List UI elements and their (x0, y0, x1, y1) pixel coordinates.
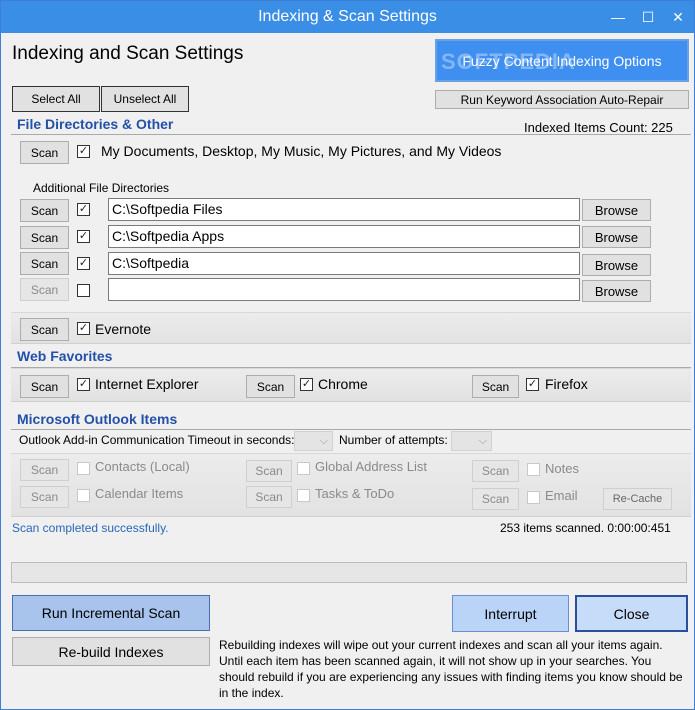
global-address-label: Global Address List (315, 459, 428, 474)
dir-2-checkbox[interactable]: ✓ (77, 230, 90, 243)
browse-button-dir-3[interactable]: Browse (582, 254, 651, 276)
calendar-checkbox[interactable] (77, 489, 90, 502)
scan-button-contacts[interactable]: Scan (20, 459, 69, 481)
evernote-label: Evernote (95, 321, 152, 337)
firefox-label: Firefox (545, 376, 588, 392)
scan-button-main[interactable]: Scan (20, 141, 69, 164)
status-message: Scan completed successfully. (12, 521, 169, 535)
scan-button-firefox[interactable]: Scan (472, 375, 519, 398)
firefox-checkbox[interactable]: ✓ (526, 378, 539, 391)
main-folders-label: My Documents, Desktop, My Music, My Pict… (101, 143, 502, 159)
window-title: Indexing & Scan Settings (258, 8, 437, 25)
interrupt-button[interactable]: Interrupt (452, 595, 569, 632)
unselect-all-button[interactable]: Unselect All (101, 86, 189, 112)
settings-window: Indexing & Scan Settings — ☐ ✕ Indexing … (0, 0, 695, 710)
scan-button-calendar[interactable]: Scan (20, 486, 69, 508)
dir-3-checkbox[interactable]: ✓ (77, 257, 90, 270)
dir-4-path-input[interactable] (108, 278, 580, 301)
fuzzy-content-indexing-label: Fuzzy Content Indexing Options (462, 52, 662, 69)
outlook-heading: Microsoft Outlook Items (17, 411, 178, 427)
evernote-checkbox[interactable]: ✓ (77, 322, 90, 335)
chrome-checkbox[interactable]: ✓ (300, 378, 313, 391)
attempts-select[interactable]: ⌵ (451, 431, 492, 451)
scan-button-tasks[interactable]: Scan (246, 486, 292, 508)
chevron-down-icon: ⌵ (319, 435, 328, 447)
indexed-items-count: Indexed Items Count: 225 (524, 120, 673, 135)
timeout-select[interactable]: ⌵ (294, 431, 333, 451)
dir-3-path-input[interactable]: C:\Softpedia (108, 252, 580, 275)
scan-button-email[interactable]: Scan (472, 488, 519, 510)
notes-checkbox[interactable] (527, 463, 540, 476)
fuzzy-content-indexing-button[interactable]: SOFTPEDIA Fuzzy Content Indexing Options (435, 39, 689, 82)
scan-summary: 253 items scanned. 0:00:00:451 (500, 521, 671, 535)
web-favorites-heading: Web Favorites (17, 348, 113, 364)
main-folders-checkbox[interactable]: ✓ (77, 145, 90, 158)
scan-button-global-address[interactable]: Scan (246, 460, 292, 482)
notes-label: Notes (545, 461, 579, 476)
tasks-checkbox[interactable] (297, 489, 310, 502)
browse-button-dir-4[interactable]: Browse (582, 280, 651, 302)
recache-button[interactable]: Re-Cache (603, 488, 672, 510)
scan-button-evernote[interactable]: Scan (20, 318, 69, 341)
scan-button-dir-4[interactable]: Scan (20, 278, 69, 301)
scan-button-chrome[interactable]: Scan (246, 375, 295, 398)
global-address-checkbox[interactable] (297, 462, 310, 475)
scan-button-dir-2[interactable]: Scan (20, 226, 69, 249)
maximize-icon[interactable]: ☐ (633, 1, 663, 33)
scan-button-dir-1[interactable]: Scan (20, 199, 69, 222)
close-icon[interactable]: ✕ (663, 1, 693, 33)
dir-4-checkbox[interactable] (77, 284, 90, 297)
attempts-label: Number of attempts: (339, 433, 448, 447)
rebuild-indexes-button[interactable]: Re-build Indexes (12, 637, 210, 666)
ie-label: Internet Explorer (95, 376, 199, 392)
close-button[interactable]: Close (575, 595, 688, 632)
run-incremental-scan-button[interactable]: Run Incremental Scan (12, 595, 210, 631)
dir-1-path-input[interactable]: C:\Softpedia Files (108, 198, 580, 221)
auto-repair-button[interactable]: Run Keyword Association Auto-Repair (435, 90, 689, 109)
scan-progress-bar (11, 562, 687, 583)
browse-button-dir-2[interactable]: Browse (582, 226, 651, 248)
dir-2-path-input[interactable]: C:\Softpedia Apps (108, 225, 580, 248)
minimize-icon[interactable]: — (603, 1, 633, 33)
page-title: Indexing and Scan Settings (12, 43, 244, 64)
browse-button-dir-1[interactable]: Browse (582, 199, 651, 221)
ie-checkbox[interactable]: ✓ (77, 378, 90, 391)
select-all-button[interactable]: Select All (12, 86, 100, 112)
contacts-label: Contacts (Local) (95, 459, 190, 474)
rebuild-note: Rebuilding indexes will wipe out your cu… (219, 638, 683, 700)
calendar-label: Calendar Items (95, 486, 184, 501)
file-directories-heading: File Directories & Other (17, 116, 174, 132)
scan-button-notes[interactable]: Scan (472, 460, 519, 482)
contacts-checkbox[interactable] (77, 462, 90, 475)
divider (11, 429, 691, 430)
tasks-label: Tasks & ToDo (315, 486, 395, 501)
scan-button-dir-3[interactable]: Scan (20, 252, 69, 275)
chevron-down-icon: ⌵ (478, 435, 487, 447)
dir-1-checkbox[interactable]: ✓ (77, 203, 90, 216)
additional-dirs-label: Additional File Directories (33, 181, 170, 195)
email-checkbox[interactable] (527, 491, 540, 504)
chrome-label: Chrome (318, 376, 368, 392)
email-label: Email (545, 488, 578, 503)
timeout-label: Outlook Add-in Communication Timeout in … (19, 433, 295, 447)
title-bar: Indexing & Scan Settings — ☐ ✕ (1, 1, 694, 33)
scan-button-ie[interactable]: Scan (20, 375, 69, 398)
